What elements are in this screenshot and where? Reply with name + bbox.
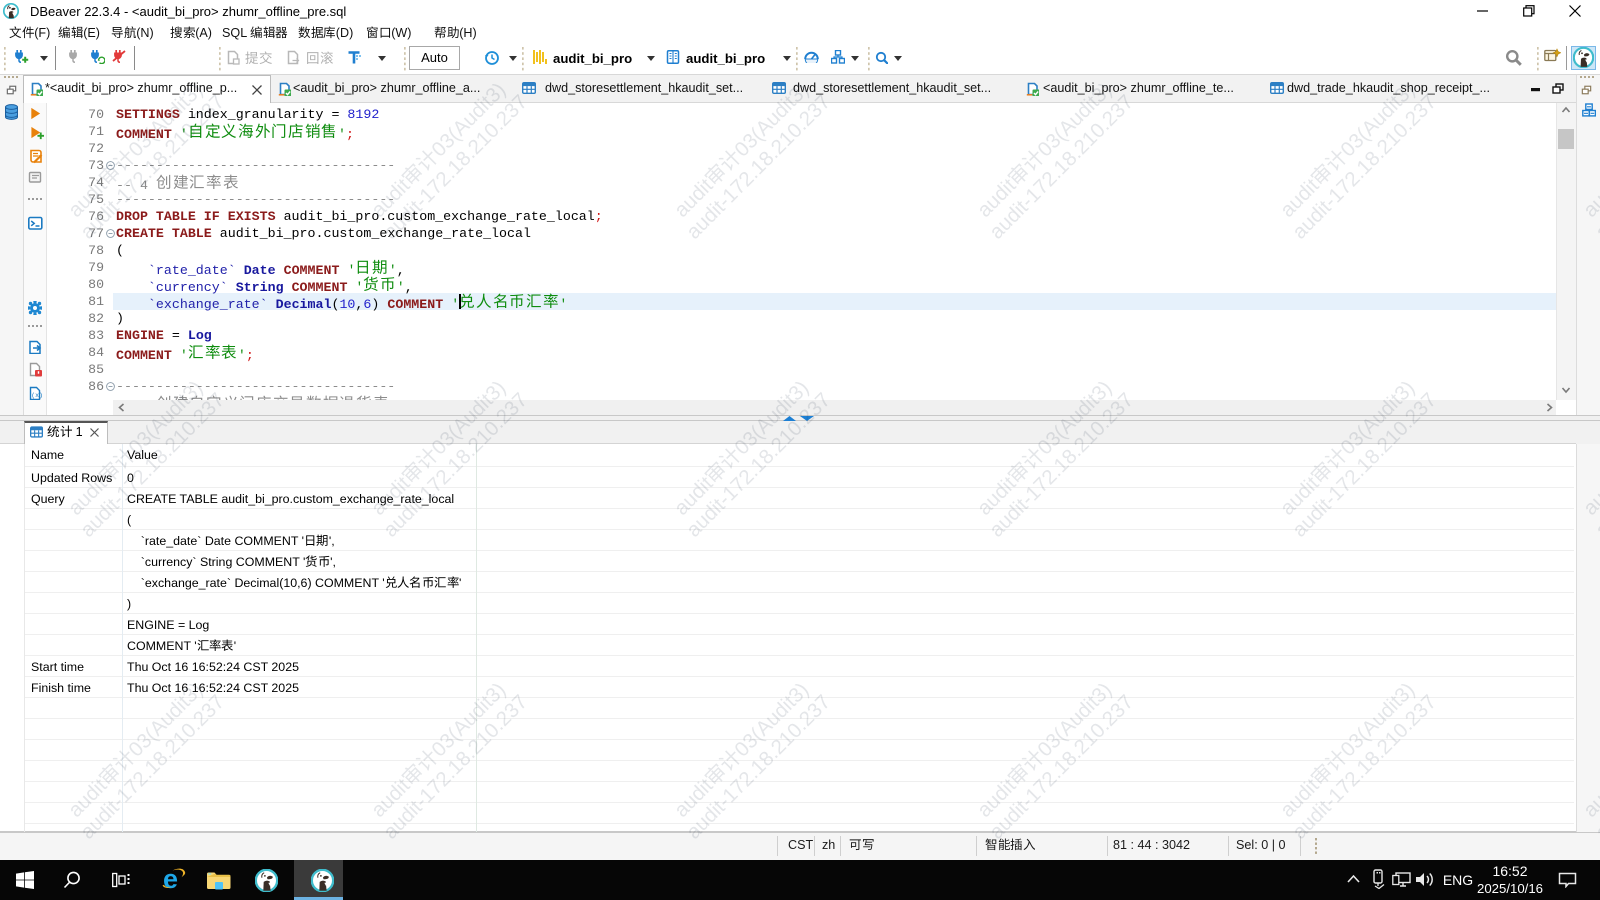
svg-text:e: e <box>163 866 178 892</box>
